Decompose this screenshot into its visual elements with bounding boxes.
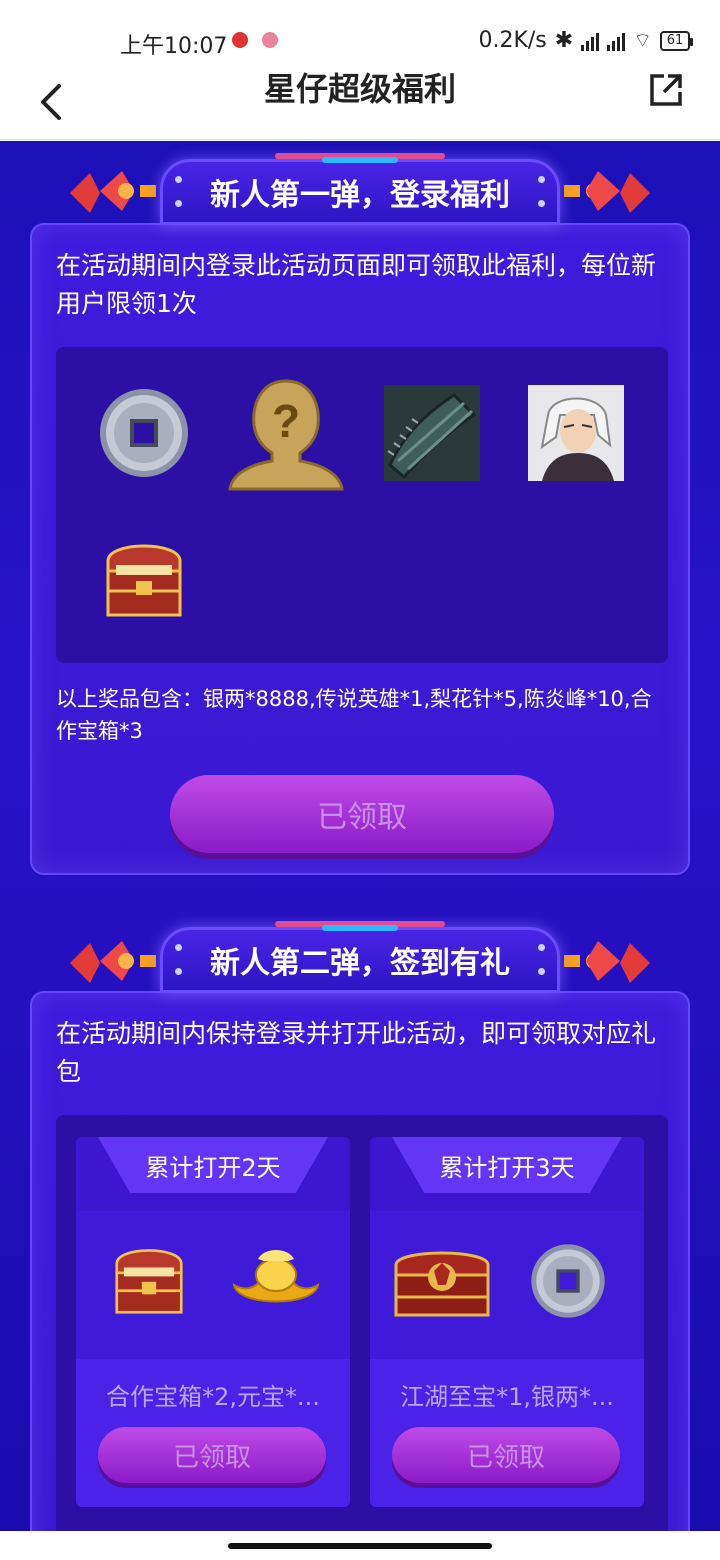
day-reward-card: 累计打开3天 江湖至宝*1,银两*... 已领取 — [370, 1137, 644, 1507]
section-title: 新人第一弹，登录福利 — [160, 159, 560, 225]
external-link-icon — [650, 74, 682, 106]
claim-button[interactable]: 已领取 — [170, 775, 554, 853]
prize-note: 以上奖品包含：银两*8888,传说英雄*1,梨花针*5,陈炎峰*10,合作宝箱*… — [56, 687, 652, 743]
header-strip — [322, 925, 398, 931]
dragon-treasure-chest-icon[interactable] — [390, 1241, 494, 1321]
chen-yanfeng-portrait-icon[interactable] — [528, 385, 624, 481]
claim-button-label: 已领取 — [317, 800, 407, 835]
signal-icon — [607, 31, 626, 51]
status-bar: 上午10:07 0.2K/s ✱ ⌔ 61 — [0, 0, 720, 70]
claim-button-label: 已领取 — [466, 1442, 545, 1473]
status-right: 0.2K/s ✱ ⌔ 61 — [478, 28, 693, 53]
day-reward-text: 合作宝箱*2,元宝*... — [106, 1383, 320, 1411]
activity-page: 新人第一弹，登录福利 在活动期间内登录此活动页面即可领取此福利，每位新用户限领1… — [0, 141, 720, 1531]
section-title-text: 新人第一弹，登录福利 — [210, 178, 510, 213]
section-description: 在活动期间内登录此活动页面即可领取此福利，每位新用户限领1次 — [56, 251, 657, 318]
prize-list: ? — [56, 347, 668, 663]
lantern-left-icon — [70, 941, 156, 983]
checkin-card: 在活动期间内保持登录并打开此活动，即可领取对应礼包 累计打开2天 合作宝箱*2,… — [30, 991, 690, 1531]
home-bar[interactable] — [228, 1543, 492, 1549]
bluetooth-icon: ✱ — [554, 28, 574, 53]
day-reward-title: 累计打开3天 — [392, 1137, 622, 1193]
network-speed: 0.2K/s — [478, 28, 547, 53]
page-title: 星仔超级福利 — [263, 70, 456, 108]
day-reward-text: 江湖至宝*1,银两*... — [400, 1383, 614, 1411]
login-benefit-card: 在活动期间内登录此活动页面即可领取此福利，每位新用户限领1次 ? 以上奖品包含：… — [30, 223, 690, 875]
day-reward-list: 累计打开2天 合作宝箱*2,元宝*... 已领取 累计打开3天 江湖至宝*1,银… — [56, 1115, 668, 1531]
section-title: 新人第二弹，签到有礼 — [160, 927, 560, 993]
section-title-text: 新人第二弹，签到有礼 — [210, 946, 510, 981]
section-description: 在活动期间内保持登录并打开此活动，即可领取对应礼包 — [56, 1019, 657, 1086]
wifi-icon: ⌔ — [633, 28, 652, 52]
lantern-left-icon — [70, 171, 156, 213]
mystery-hero-icon[interactable]: ? — [228, 375, 344, 491]
battery-icon: 61 — [660, 30, 693, 51]
header-strip — [322, 157, 398, 163]
pear-blossom-needle-icon[interactable] — [384, 385, 480, 481]
nav-bar: 星仔超级福利 — [0, 70, 720, 140]
coop-chest-icon[interactable] — [106, 1237, 192, 1323]
share-button[interactable] — [648, 72, 684, 108]
silver-coin-icon[interactable] — [96, 385, 192, 481]
lantern-right-icon — [564, 171, 650, 213]
battery-level: 61 — [666, 33, 684, 48]
lantern-right-icon — [564, 941, 650, 983]
svg-text:?: ? — [272, 395, 300, 447]
day-reward-card: 累计打开2天 合作宝箱*2,元宝*... 已领取 — [76, 1137, 350, 1507]
gold-ingot-icon[interactable] — [228, 1245, 324, 1317]
claim-button[interactable]: 已领取 — [392, 1427, 620, 1483]
app-notification-icon — [262, 32, 278, 48]
app-notification-icon — [232, 32, 248, 48]
claim-button-label: 已领取 — [172, 1442, 251, 1473]
status-time: 上午10:07 — [120, 34, 228, 59]
day-reward-title: 累计打开2天 — [98, 1137, 328, 1193]
signal-icon — [581, 31, 600, 51]
notification-icons — [232, 32, 278, 48]
silver-coin-icon[interactable] — [528, 1241, 608, 1321]
home-indicator — [0, 1531, 720, 1560]
coop-chest-icon[interactable] — [96, 531, 192, 627]
claim-button[interactable]: 已领取 — [98, 1427, 326, 1483]
